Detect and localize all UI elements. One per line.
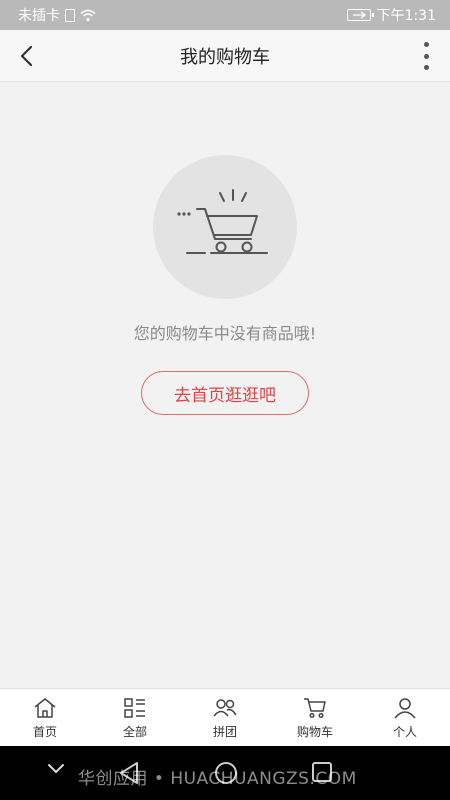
home-icon xyxy=(32,696,58,720)
wifi-icon xyxy=(80,9,96,21)
tab-profile[interactable]: 个人 xyxy=(360,689,450,746)
tab-label: 首页 xyxy=(32,724,57,739)
cart-icon xyxy=(177,189,268,254)
group-icon xyxy=(212,696,238,720)
back-button[interactable] xyxy=(10,40,42,72)
watermark-text: 华创应用 • HUACHUANGZS.COM xyxy=(78,769,357,789)
tab-label: 拼团 xyxy=(212,724,237,739)
go-home-button[interactable]: 去首页逛逛吧 xyxy=(141,371,309,415)
more-vertical-icon xyxy=(423,42,429,47)
app-header: 我的购物车 xyxy=(0,30,450,82)
empty-cart-illustration xyxy=(153,155,297,299)
tab-group[interactable]: 拼团 xyxy=(180,689,270,746)
tab-label: 全部 xyxy=(122,724,147,739)
status-bar: 未插卡 下午1:31 xyxy=(0,0,450,30)
tab-bar: 首页 全部 拼团 购物车 个人 xyxy=(0,688,450,746)
tab-label: 购物车 xyxy=(296,724,333,739)
status-left: 未插卡 xyxy=(18,5,96,25)
chevron-left-icon xyxy=(20,45,33,67)
list-icon xyxy=(122,696,148,720)
user-icon xyxy=(392,696,418,720)
carrier-text: 未插卡 xyxy=(18,8,60,24)
tab-all[interactable]: 全部 xyxy=(90,689,180,746)
status-right: 下午1:31 xyxy=(346,5,436,25)
more-button[interactable] xyxy=(422,42,430,70)
time-text: 下午1:31 xyxy=(376,8,436,24)
empty-message: 您的购物车中没有商品哦! xyxy=(133,324,317,343)
tab-cart[interactable]: 购物车 xyxy=(270,689,360,746)
sim-icon xyxy=(65,8,75,22)
tab-home[interactable]: 首页 xyxy=(0,689,90,746)
tab-label: 个人 xyxy=(392,724,417,739)
battery-icon xyxy=(346,9,374,21)
chevron-down-icon[interactable] xyxy=(47,763,65,775)
page-title: 我的购物车 xyxy=(180,46,270,68)
cart-icon xyxy=(302,696,328,720)
